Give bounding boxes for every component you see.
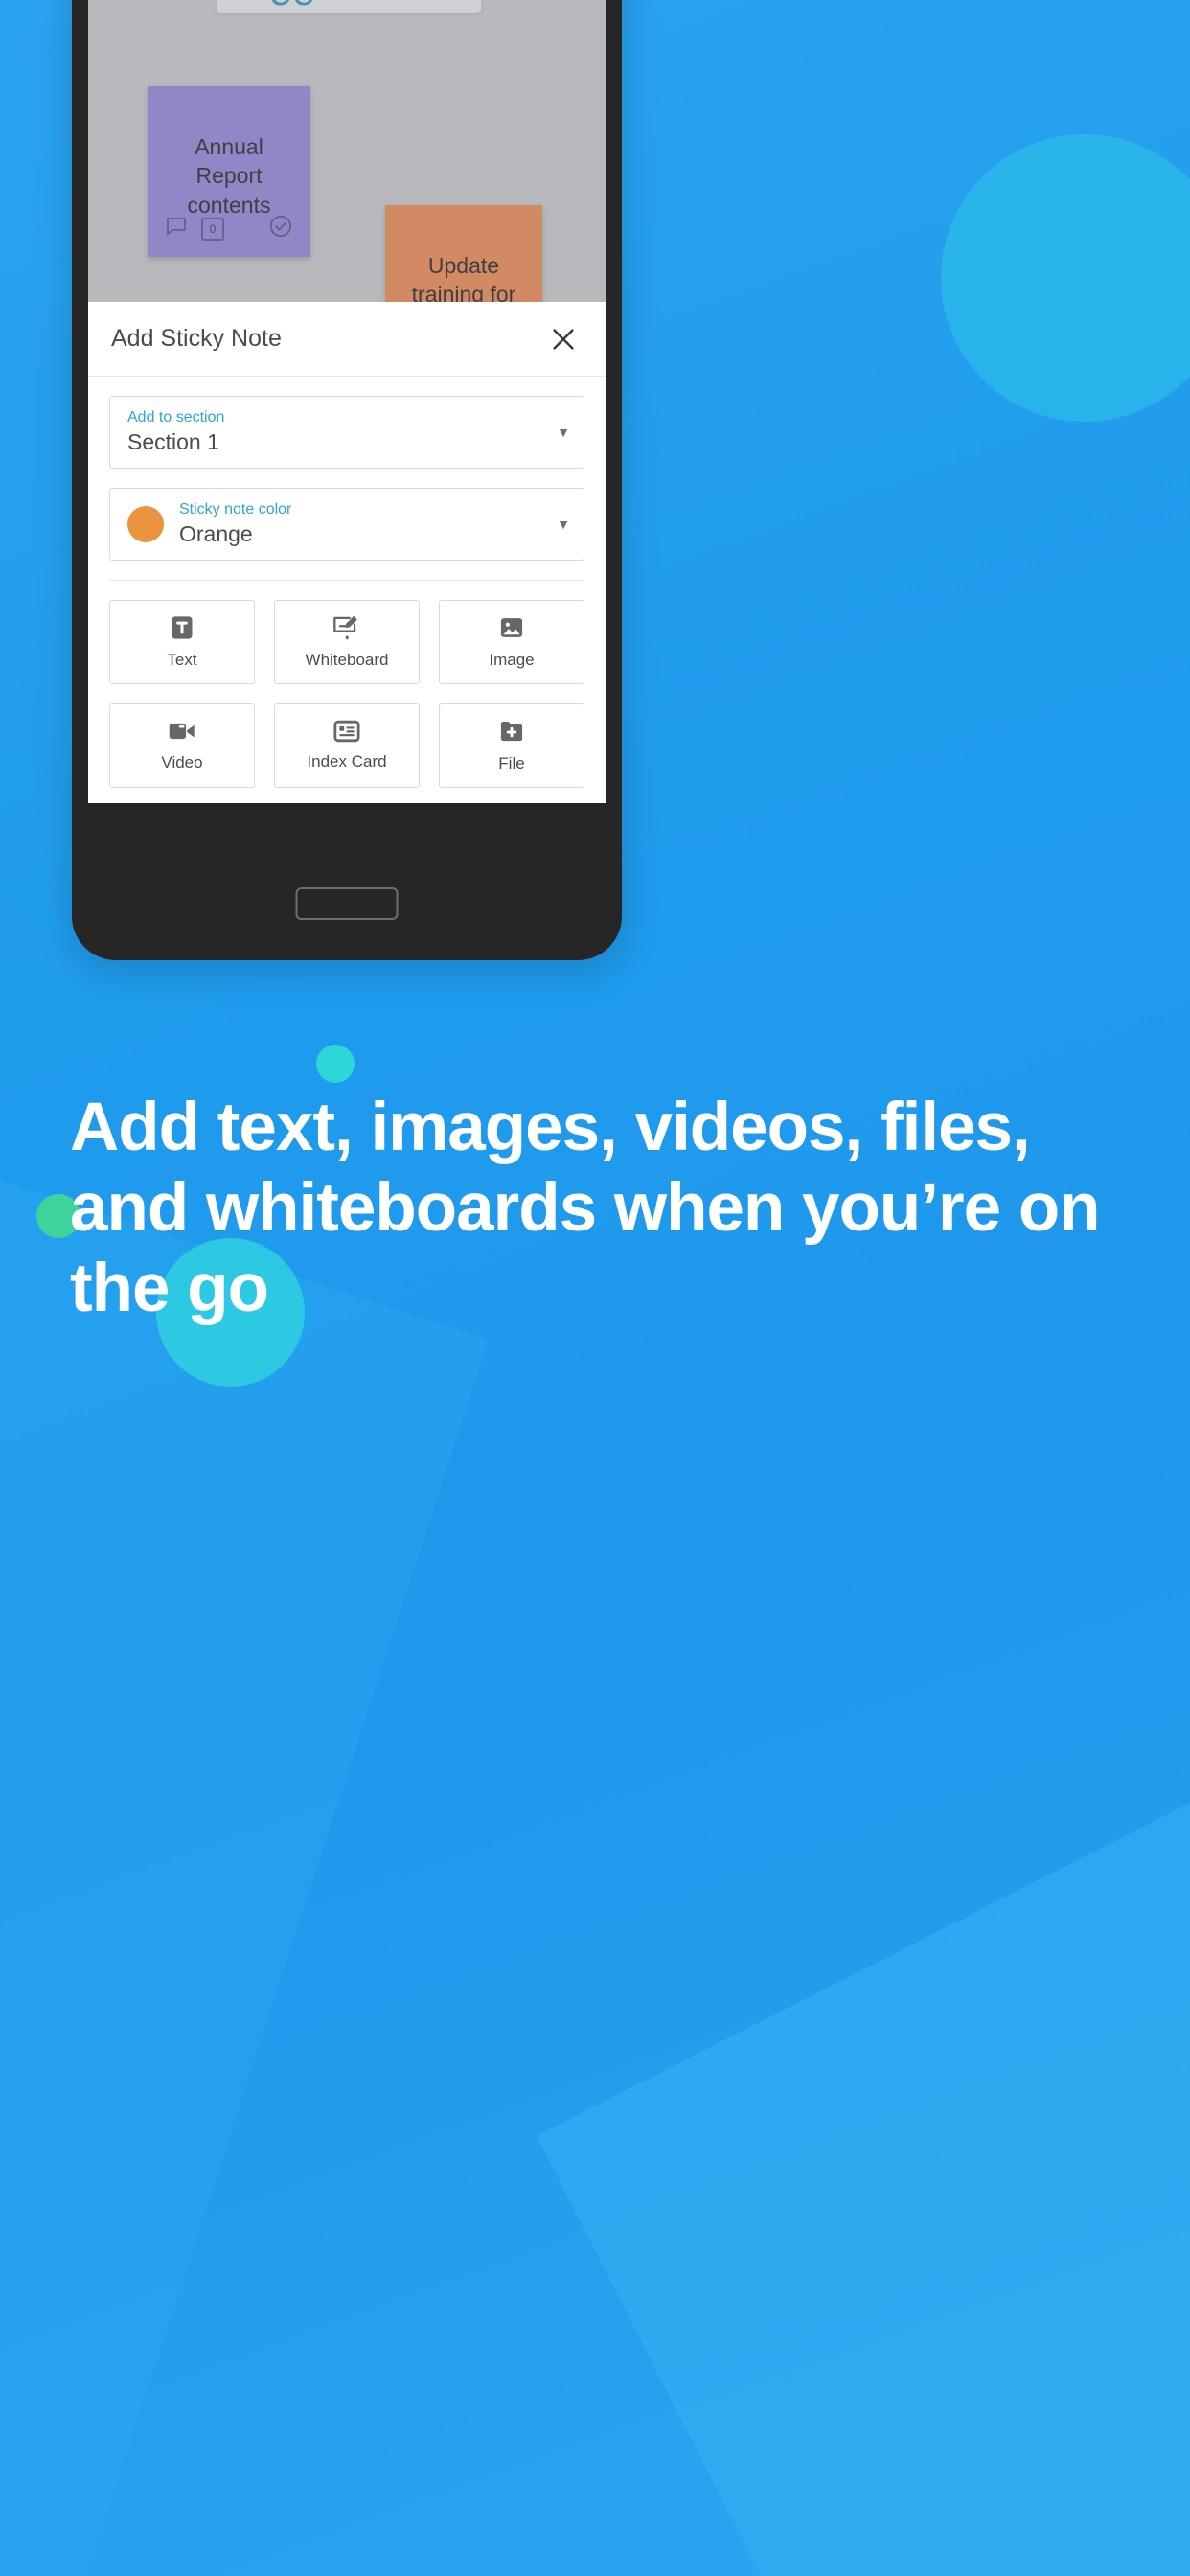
modal-header: Add Sticky Note	[88, 302, 606, 377]
sticky-note-color-label: Sticky note color	[179, 501, 292, 518]
check-circle-icon[interactable]	[268, 214, 293, 243]
sticky-note-color-value: Orange	[179, 520, 253, 546]
sticky-note-footer: 0	[165, 214, 293, 243]
sticky-note-text: Annual Report contents	[187, 134, 271, 218]
chevron-down-icon[interactable]: ▼	[557, 517, 570, 532]
file-add-icon	[498, 718, 525, 745]
sticky-note-color-select[interactable]: Sticky note color Orange ▼	[109, 488, 584, 561]
content-type-grid: Text Whiteboard Image Video Index Card F…	[109, 600, 584, 788]
tile-label: Index Card	[307, 752, 387, 770]
add-to-section-value: Section 1	[127, 428, 219, 454]
index-card-icon	[333, 720, 360, 743]
tile-file[interactable]: File	[439, 703, 584, 788]
video-icon	[168, 719, 196, 744]
tile-label: Image	[489, 651, 535, 669]
color-swatch	[127, 506, 164, 542]
add-to-section-select[interactable]: Add to section Section 1 ▼	[109, 396, 584, 469]
phone-screen: 00 : 09 : 55 Annual Report contents 0	[88, 0, 606, 803]
sticky-note-purple[interactable]: Annual Report contents 0	[148, 86, 310, 257]
timer-value: 00 : 09 : 55	[270, 0, 481, 14]
session-timer[interactable]: 00 : 09 : 55	[217, 0, 481, 13]
image-icon	[498, 614, 525, 641]
add-to-section-label: Add to section	[127, 409, 225, 426]
home-indicator[interactable]	[295, 887, 399, 920]
tile-label: File	[498, 754, 525, 772]
comment-icon[interactable]	[165, 215, 188, 242]
phone-mockup: 00 : 09 : 55 Annual Report contents 0	[72, 0, 622, 960]
decorative-circle-teal-large	[941, 134, 1190, 422]
tile-whiteboard[interactable]: Whiteboard	[274, 600, 420, 684]
text-icon	[169, 614, 195, 641]
modal-body: Add to section Section 1 ▼ Sticky note c…	[88, 377, 606, 788]
modal-divider	[109, 580, 584, 581]
close-icon[interactable]	[542, 318, 584, 360]
add-sticky-note-modal: Add Sticky Note Add to section Section 1…	[88, 302, 606, 803]
whiteboard-icon	[332, 614, 361, 641]
tile-label: Whiteboard	[305, 651, 389, 669]
tile-label: Video	[161, 753, 203, 771]
decorative-circle-teal-small	[316, 1045, 355, 1083]
tile-label: Text	[167, 651, 197, 669]
modal-title: Add Sticky Note	[111, 325, 282, 352]
background-wedge-right	[537, 1744, 1190, 2576]
tile-video[interactable]: Video	[109, 703, 255, 788]
count-badge[interactable]: 0	[201, 217, 224, 241]
promo-headline: Add text, images, videos, files, and whi…	[70, 1090, 1101, 1326]
tile-image[interactable]: Image	[439, 600, 584, 684]
chevron-down-icon[interactable]: ▼	[557, 425, 570, 440]
sticky-note-text: Update training for	[411, 253, 516, 308]
tile-text[interactable]: Text	[109, 600, 255, 684]
tile-index-card[interactable]: Index Card	[274, 703, 420, 788]
